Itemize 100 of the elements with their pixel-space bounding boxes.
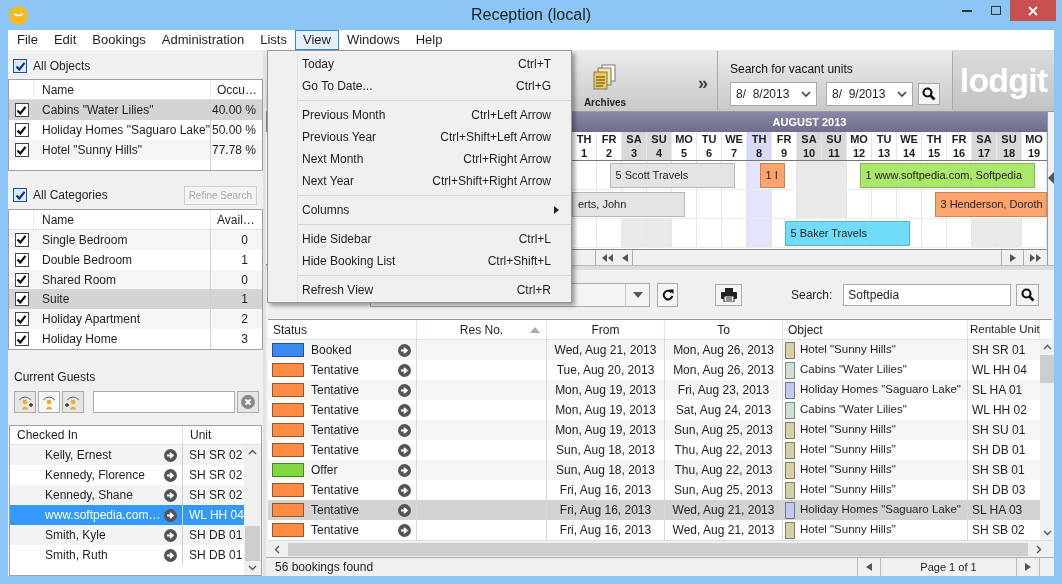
day-header[interactable]: TH 8: [747, 132, 772, 160]
previous-page-button[interactable]: [857, 558, 881, 576]
column-header[interactable]: Name: [34, 80, 211, 99]
table-row[interactable]: Kennedy, Shane SH SR 02: [10, 485, 244, 505]
day-header[interactable]: WE 7: [722, 132, 747, 160]
refresh-button[interactable]: [657, 282, 678, 307]
checkbox[interactable]: [14, 232, 29, 247]
column-header[interactable]: From: [547, 320, 665, 339]
checkbox[interactable]: [14, 332, 29, 347]
arrow-circle-icon[interactable]: [398, 443, 411, 457]
checkbox[interactable]: [14, 143, 29, 157]
menu-item[interactable]: Next Year Ctrl+Shift+Right Arrow: [298, 170, 571, 192]
column-header[interactable]: Status: [268, 320, 417, 339]
clear-button[interactable]: [237, 391, 259, 413]
menu-item[interactable]: File: [9, 30, 46, 50]
booking-bar[interactable]: 1 www.softpedia.com, Softpedia: [859, 163, 1035, 188]
close-button[interactable]: [1010, 0, 1056, 21]
column-header[interactable]: Unit: [183, 426, 246, 444]
checkbox[interactable]: [14, 103, 29, 117]
arrow-circle-icon[interactable]: [398, 523, 411, 537]
menu-item[interactable]: Hide Sidebar Ctrl+L: [298, 228, 571, 250]
menu-item[interactable]: Refresh View Ctrl+R: [298, 279, 571, 301]
menu-item[interactable]: Next Month Ctrl+Right Arrow: [298, 148, 571, 170]
input-field[interactable]: [93, 391, 235, 413]
scrollbar-thumb[interactable]: [288, 542, 1028, 556]
table-row[interactable]: Holiday Apartment 2: [9, 309, 262, 330]
arrow-circle-icon[interactable]: [398, 383, 411, 397]
menu-item[interactable]: Lists: [252, 30, 295, 50]
table-row[interactable]: Single Bedroom 0: [9, 230, 262, 250]
menu-item[interactable]: Previous Year Ctrl+Shift+Left Arrow: [298, 126, 571, 148]
menu-item[interactable]: Administration: [153, 30, 253, 50]
menu-item[interactable]: Windows: [338, 30, 408, 50]
day-header[interactable]: MO 5: [672, 132, 697, 160]
table-row[interactable]: Tentative Mon, Aug 19, 2013 Fri, Aug 23, 2013 Holiday Homes "Saguaro Lake" SL HA 01: [268, 380, 1040, 400]
scrollbar-thumb[interactable]: [245, 526, 260, 561]
table-row[interactable]: Tentative Fri, Aug 16, 2013 Wed, Aug 21, 2013 Holiday Homes "Saguaro Lake" SL HA 03: [268, 500, 1040, 520]
arrow-circle-icon[interactable]: [164, 448, 177, 462]
arrow-circle-icon[interactable]: [398, 463, 411, 477]
column-header[interactable]: Res No.: [417, 320, 547, 339]
table-row[interactable]: Smith, Kyle SH DB 01: [10, 525, 244, 545]
checkbox[interactable]: [13, 188, 27, 202]
arrow-circle-icon[interactable]: [398, 503, 411, 517]
person-button[interactable]: [38, 391, 60, 413]
menu-item[interactable]: Today Ctrl+T: [298, 53, 571, 75]
arrow-circle-icon[interactable]: [164, 528, 177, 542]
day-header[interactable]: MO 12: [847, 132, 872, 160]
checkbox[interactable]: [14, 123, 29, 137]
arrow-circle-icon[interactable]: [398, 423, 411, 437]
search-field[interactable]: Softpedia: [843, 283, 1012, 306]
table-row[interactable]: Cabins "Water Lilies" 40.00 %: [9, 100, 262, 120]
column-header[interactable]: Checked In: [10, 426, 183, 444]
checkbox-label[interactable]: All Objects: [33, 57, 91, 75]
arrow-circle-icon[interactable]: [398, 403, 411, 417]
archives-button[interactable]: Archives: [572, 50, 638, 111]
arrow-circle-icon[interactable]: [164, 488, 177, 502]
column-header[interactable]: Name: [34, 210, 211, 229]
day-header[interactable]: SA 17: [972, 132, 997, 160]
menu-item[interactable]: Bookings: [84, 30, 154, 50]
column-header[interactable]: To: [665, 320, 783, 339]
arrow-circle-icon[interactable]: [398, 363, 411, 377]
menu-item[interactable]: Help: [407, 30, 451, 50]
table-row[interactable]: Hotel "Sunny Hills" 77.78 %: [9, 140, 262, 160]
column-header[interactable]: Rentable Unit: [968, 320, 1040, 339]
scrollbar[interactable]: [244, 445, 261, 575]
checkbox[interactable]: [14, 252, 29, 267]
checkbox[interactable]: [13, 59, 27, 73]
column-header[interactable]: Occu…: [211, 80, 262, 99]
date-picker[interactable]: 8/ 8/2013: [730, 82, 817, 106]
day-header[interactable]: SU 11: [822, 132, 847, 160]
arrow-circle-icon[interactable]: [164, 508, 177, 522]
arrow-circle-icon[interactable]: [398, 343, 411, 357]
menu-item[interactable]: View: [294, 30, 339, 50]
day-header[interactable]: SA 3: [622, 132, 647, 160]
checkbox-label[interactable]: All Categories: [33, 186, 108, 204]
table-row[interactable]: Suite 1: [9, 289, 262, 310]
table-row[interactable]: Booked Wed, Aug 21, 2013 Mon, Aug 26, 2013 Hotel "Sunny Hills" SH SR 01: [268, 340, 1040, 360]
day-header[interactable]: SU 18: [997, 132, 1022, 160]
scrollbar[interactable]: [268, 540, 1052, 557]
print-button[interactable]: [715, 283, 742, 306]
day-header[interactable]: WE 14: [897, 132, 922, 160]
table-row[interactable]: Offer Sun, Aug 18, 2013 Thu, Aug 22, 2013 Hotel "Sunny Hills" SH SB 01: [268, 460, 1040, 480]
scrollbar-thumb[interactable]: [1040, 355, 1054, 383]
booking-bar[interactable]: 1 I: [759, 163, 785, 188]
person-plus-button[interactable]: [62, 391, 84, 413]
more-button[interactable]: »: [698, 70, 708, 90]
booking-bar[interactable]: 5 Scott Travels: [609, 163, 735, 188]
checkbox[interactable]: [14, 312, 29, 327]
search-button[interactable]: [918, 83, 940, 105]
person-plus-button[interactable]: [14, 391, 36, 413]
menu-item[interactable]: Hide Booking List Ctrl+Shift+L: [298, 250, 571, 272]
menu-item[interactable]: Go To Date... Ctrl+G: [298, 75, 571, 97]
arrow-circle-icon[interactable]: [398, 483, 411, 497]
menu-item[interactable]: Edit: [45, 30, 85, 50]
arrow-circle-icon[interactable]: [164, 468, 177, 482]
day-header[interactable]: SU 4: [647, 132, 672, 160]
search-button[interactable]: [1016, 283, 1040, 306]
booking-bar[interactable]: 5 Baker Travels: [784, 221, 910, 246]
column-header[interactable]: Object: [783, 320, 968, 339]
column-header[interactable]: Avail…: [211, 210, 262, 229]
booking-bar[interactable]: erts, John: [572, 192, 685, 217]
